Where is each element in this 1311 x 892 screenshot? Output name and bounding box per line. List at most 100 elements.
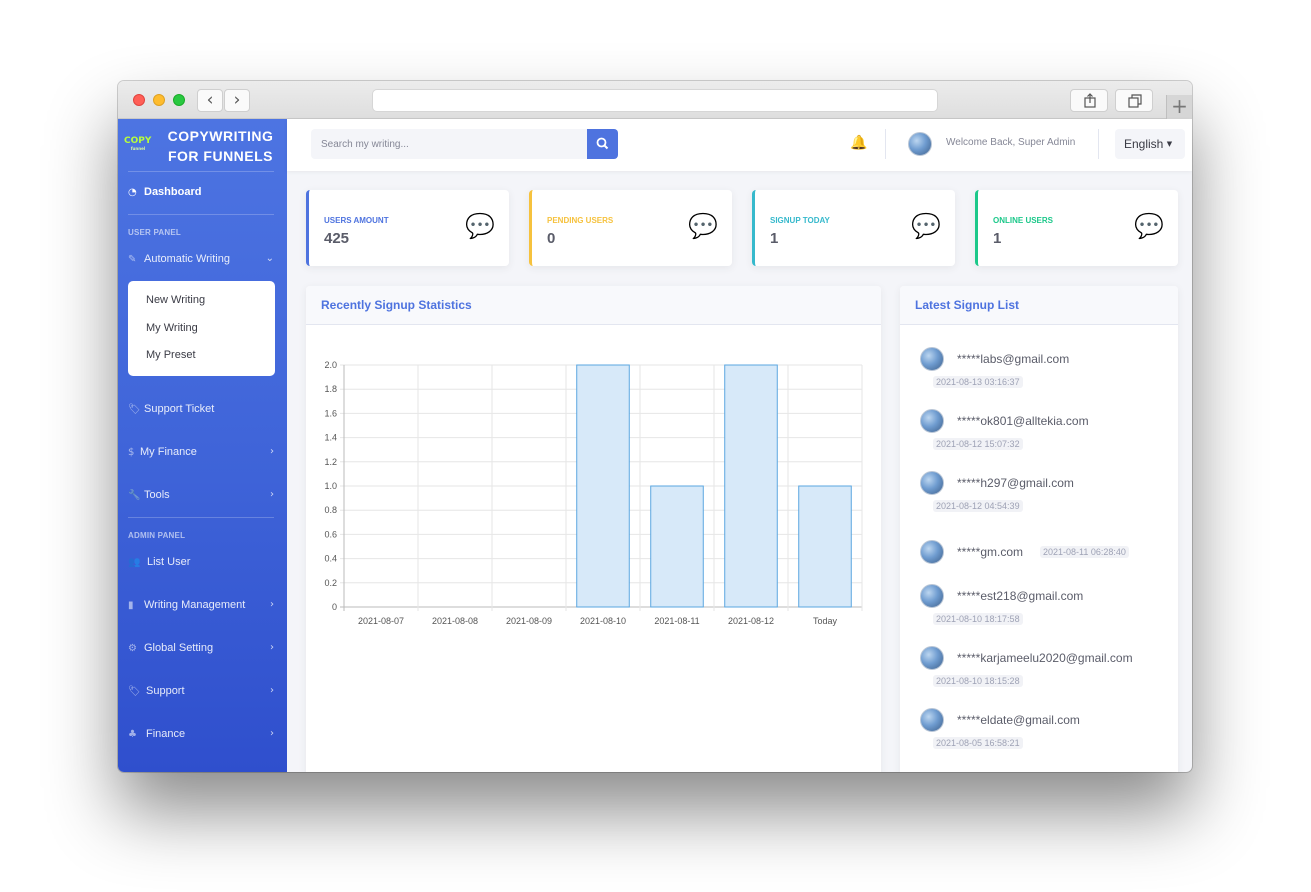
y-tick-label: 1.8 — [324, 384, 337, 394]
close-window-button[interactable] — [133, 94, 145, 106]
list-item: *****h297@gmail.com 2021-08-12 04:54:39 — [920, 471, 1170, 527]
list-item: *****karjameelu2020@gmail.com 2021-08-10 … — [920, 646, 1170, 702]
panel-title: Latest Signup List — [915, 298, 1020, 312]
chevron-right-icon: › — [270, 489, 274, 500]
welcome-text[interactable]: Welcome Back, Super Admin — [946, 137, 1075, 148]
sidebar-item-automatic-writing[interactable]: ✎ Automatic Writing ⌄ — [128, 248, 274, 270]
sidebar-item-global-setting[interactable]: ⚙ Global Setting › — [128, 637, 274, 659]
sidebar: COPY funnel COPYWRITING FOR FUNNELS ◔ Dash… — [118, 119, 287, 772]
x-tick-label: 2021-08-12 — [728, 616, 774, 626]
tags-icon: 🏷 — [128, 686, 141, 697]
sidebar-item-label: Finance — [146, 728, 186, 740]
chevron-right-icon: › — [270, 446, 274, 457]
signup-bar-chart: 0 0.2 0.4 0.6 0.8 1.0 1.2 1.4 1.6 1.8 2.0 2021-08-0… — [324, 360, 863, 626]
sidebar-item-label: Automatic Writing — [144, 253, 230, 265]
signup-email: *****ok801@alltekia.com — [957, 414, 1089, 428]
x-tick-label: 2021-08-08 — [432, 616, 478, 626]
sidebar-item-writing-management[interactable]: ▮ Writing Management › — [128, 594, 274, 616]
topbar: 🔔 Welcome Back, Super Admin English ▼ — [287, 119, 1192, 171]
y-tick-label: 1.6 — [324, 408, 337, 418]
sidebar-item-label: Support — [146, 685, 185, 697]
y-tick-label: 1.2 — [324, 457, 337, 467]
chart-bar — [576, 364, 630, 608]
sidebar-item-label: My Finance — [140, 446, 197, 458]
stat-card-pending-users: PENDING USERS 0 💬 — [529, 190, 732, 266]
stat-label: ONLINE USERS — [993, 216, 1054, 225]
caret-down-icon: ▼ — [1166, 140, 1173, 148]
stat-value: 425 — [324, 230, 350, 247]
sidebar-item-list-user[interactable]: 👥 List User — [128, 551, 274, 573]
panel-header: Latest Signup List — [900, 286, 1178, 325]
users-icon: 👥 — [128, 557, 141, 568]
automatic-writing-submenu: New Writing My Writing My Preset — [128, 281, 275, 376]
signup-time: 2021-08-12 04:54:39 — [933, 500, 1023, 512]
sidebar-item-tools[interactable]: 🔧 Tools › — [128, 484, 274, 506]
panel-header: Recently Signup Statistics — [306, 286, 881, 325]
share-icon — [1084, 93, 1096, 108]
share-button[interactable] — [1070, 89, 1108, 112]
user-panel-heading: USER PANEL — [128, 228, 181, 237]
chevron-right-icon: › — [233, 90, 241, 110]
zoom-window-button[interactable] — [173, 94, 185, 106]
stat-label: USERS AMOUNT — [324, 216, 389, 225]
chevron-right-icon: › — [270, 728, 274, 739]
stat-card-signup-today: SIGNUP TODAY 1 💬 — [752, 190, 955, 266]
chevron-right-icon: › — [270, 642, 274, 653]
signup-time: 2021-08-10 18:15:28 — [933, 675, 1023, 687]
browser-titlebar: ‹ › + — [118, 81, 1192, 119]
wrench-icon: 🔧 — [128, 490, 141, 501]
x-tick-label: 2021-08-07 — [358, 616, 404, 626]
list-item: *****est218@gmail.com 2021-08-10 18:17:58 — [920, 584, 1170, 640]
y-tick-label: 0.8 — [324, 505, 337, 515]
dollar-icon: $ — [128, 447, 135, 458]
language-dropdown[interactable]: English ▼ — [1115, 129, 1185, 159]
user-avatar — [920, 347, 944, 371]
user-avatar — [920, 646, 944, 670]
sidebar-item-label: Dashboard — [144, 186, 202, 198]
submenu-item-new-writing[interactable]: New Writing — [146, 294, 205, 306]
back-button[interactable]: ‹ — [197, 89, 223, 112]
minimize-window-button[interactable] — [153, 94, 165, 106]
sidebar-item-label: Global Setting — [144, 642, 214, 654]
user-avatar[interactable] — [908, 132, 932, 156]
address-bar[interactable] — [372, 89, 938, 112]
sidebar-divider — [128, 517, 274, 518]
sidebar-item-my-finance[interactable]: $ My Finance › — [128, 441, 274, 463]
brand[interactable]: COPY funnel COPYWRITING FOR FUNNELS — [118, 119, 287, 171]
tachometer-icon: ◔ — [128, 187, 137, 198]
y-tick-label: 0.2 — [324, 578, 337, 588]
comments-icon: 💬 — [688, 212, 718, 240]
submenu-item-my-writing[interactable]: My Writing — [146, 322, 198, 334]
search-button[interactable] — [587, 129, 618, 159]
search-input[interactable] — [311, 129, 587, 159]
stat-value: 0 — [547, 230, 556, 247]
chevron-right-icon: › — [270, 685, 274, 696]
pencil-icon: ✎ — [128, 254, 137, 265]
book-icon: ▮ — [128, 600, 134, 611]
chevron-left-icon: ‹ — [206, 90, 214, 110]
stat-label: SIGNUP TODAY — [770, 216, 830, 225]
sidebar-item-label: Tools — [144, 489, 170, 501]
stat-card-online-users: ONLINE USERS 1 💬 — [975, 190, 1178, 266]
submenu-item-my-preset[interactable]: My Preset — [146, 349, 196, 361]
user-avatar — [920, 471, 944, 495]
forward-button[interactable]: › — [224, 89, 250, 112]
signup-email: *****eldate@gmail.com — [957, 713, 1080, 727]
sidebar-item-dashboard[interactable]: ◔ Dashboard — [128, 181, 274, 203]
x-tick-label: 2021-08-09 — [506, 616, 552, 626]
bell-icon[interactable]: 🔔 — [850, 135, 867, 151]
new-tab-button[interactable]: + — [1166, 95, 1192, 119]
sidebar-item-label: List User — [147, 556, 191, 568]
signup-email: *****karjameelu2020@gmail.com — [957, 651, 1133, 665]
sidebar-item-support[interactable]: 🏷 Support › — [128, 680, 274, 702]
signup-statistics-panel: Recently Signup Statistics 0 0.2 0.4 0.6 0.8… — [306, 286, 881, 772]
sidebar-item-finance[interactable]: ♣ Finance › — [128, 723, 274, 745]
chart-bar — [798, 485, 852, 608]
user-avatar — [920, 584, 944, 608]
sidebar-item-support-ticket[interactable]: 🏷 Support Ticket — [128, 398, 274, 420]
language-label: English — [1124, 137, 1164, 151]
stat-label: PENDING USERS — [547, 216, 614, 225]
piggy-bank-icon: ♣ — [128, 729, 137, 740]
tabs-overview-button[interactable] — [1115, 89, 1153, 112]
y-tick-label: 2.0 — [324, 360, 337, 370]
